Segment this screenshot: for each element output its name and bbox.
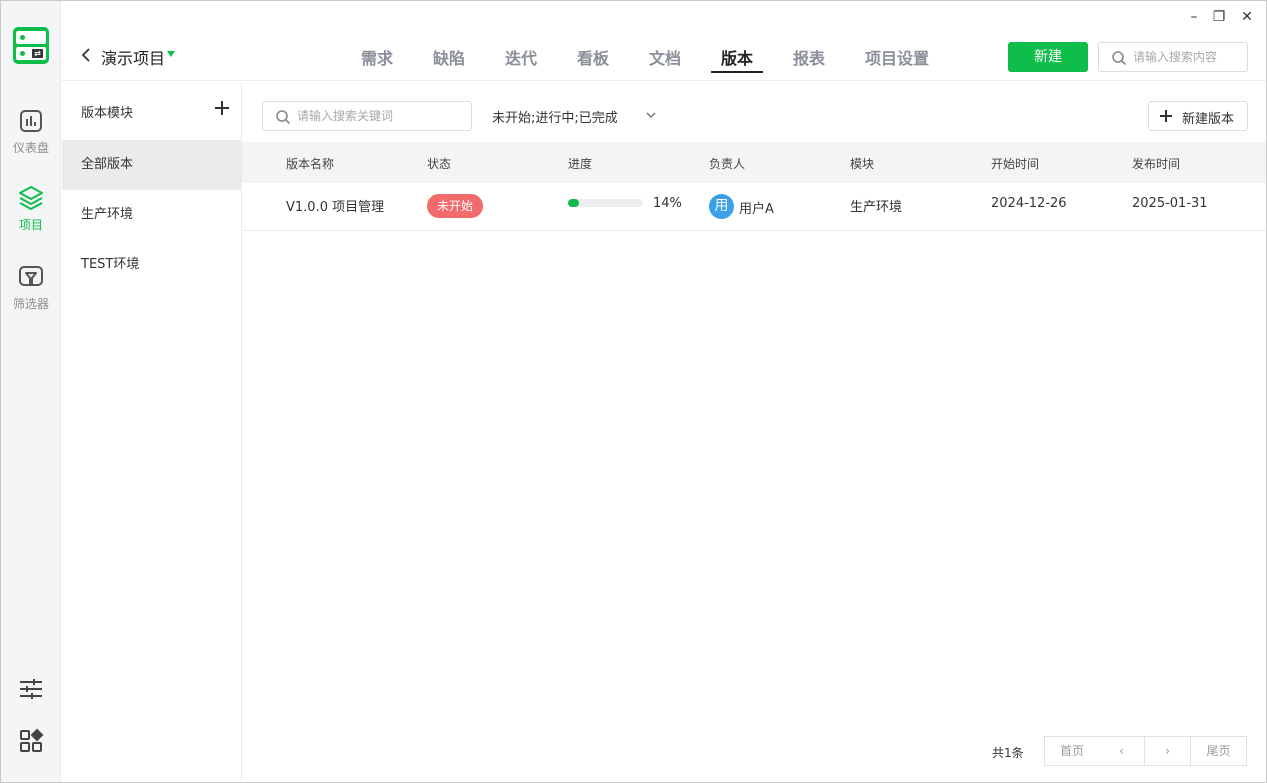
rail-item-dashboard[interactable]: 仪表盘 — [1, 107, 61, 156]
global-search[interactable] — [1098, 42, 1248, 72]
left-rail: ⇄ 仪表盘 项目 筛选器 — [1, 1, 61, 782]
new-version-button[interactable]: 新建版本 — [1148, 101, 1248, 131]
chevron-left-icon[interactable] — [78, 45, 94, 65]
app-logo-icon[interactable]: ⇄ — [13, 27, 49, 64]
progress-bar — [568, 199, 643, 207]
apps-grid-icon — [20, 728, 44, 752]
rail-label-project: 项目 — [18, 218, 43, 232]
rail-item-settings[interactable] — [1, 675, 61, 703]
table-row[interactable]: V1.0.0 项目管理 未开始 14% 用 用户A 生产环境 2024-12-2… — [242, 183, 1266, 231]
module-item-production[interactable]: 生产环境 — [62, 190, 241, 240]
tab-iterations[interactable]: 迭代 — [505, 45, 537, 69]
tab-documents[interactable]: 文档 — [649, 45, 681, 69]
version-name[interactable]: V1.0.0 项目管理 — [286, 196, 384, 215]
keyword-search[interactable] — [262, 101, 472, 131]
chevron-down-icon — [646, 112, 656, 119]
logo-bar-bottom: ⇄ — [16, 47, 46, 60]
keyword-search-input[interactable] — [297, 106, 467, 126]
rail-item-apps[interactable] — [1, 727, 61, 755]
column-header-start-date[interactable]: 开始时间 — [991, 155, 1039, 172]
next-page-button[interactable]: › — [1145, 736, 1191, 766]
app-window: – ❐ ✕ ⇄ 仪表盘 项目 筛选器 演示项目 需求 缺陷 迭代 看板 文档 版… — [0, 0, 1267, 783]
column-header-status[interactable]: 状态 — [427, 155, 451, 172]
minimize-icon[interactable]: – — [1184, 9, 1204, 25]
rail-label-dashboard: 仪表盘 — [12, 141, 49, 155]
progress-bar-fill — [568, 199, 579, 207]
add-module-icon[interactable] — [212, 98, 232, 118]
search-icon — [1112, 51, 1127, 66]
search-icon — [276, 110, 291, 125]
tab-versions[interactable]: 版本 — [710, 45, 764, 73]
module-panel-title: 版本模块 — [81, 106, 134, 121]
rail-label-filter: 筛选器 — [12, 297, 49, 311]
project-header: 演示项目 需求 缺陷 迭代 看板 文档 版本 报表 项目设置 新建 — [62, 31, 1266, 81]
module-item-test[interactable]: TEST环境 — [62, 240, 241, 290]
column-header-release-date[interactable]: 发布时间 — [1132, 155, 1180, 172]
release-date: 2025-01-31 — [1132, 196, 1208, 211]
owner-name: 用户A — [739, 202, 774, 217]
dashboard-icon — [20, 110, 42, 132]
column-header-module[interactable]: 模块 — [850, 155, 874, 172]
close-icon[interactable]: ✕ — [1237, 9, 1257, 25]
tab-requirements[interactable]: 需求 — [361, 45, 393, 69]
version-module-panel: 版本模块 全部版本 生产环境 TEST环境 — [62, 82, 242, 782]
last-page-button[interactable]: 尾页 — [1191, 736, 1247, 766]
tab-defects[interactable]: 缺陷 — [433, 45, 465, 69]
status-badge: 未开始 — [427, 194, 484, 218]
tab-reports[interactable]: 报表 — [793, 45, 825, 69]
status-filter-select[interactable]: 未开始;进行中;已完成 — [492, 107, 656, 126]
rail-item-project[interactable]: 项目 — [1, 184, 61, 233]
new-version-label: 新建版本 — [1182, 112, 1235, 127]
module-item-all-versions[interactable]: 全部版本 — [62, 140, 241, 190]
tab-kanban[interactable]: 看板 — [577, 45, 609, 69]
column-header-progress[interactable]: 进度 — [568, 155, 592, 172]
module-name: 生产环境 — [850, 200, 903, 215]
plus-icon — [1160, 110, 1172, 122]
column-header-name[interactable]: 版本名称 — [286, 155, 334, 172]
tab-project-settings[interactable]: 项目设置 — [865, 45, 929, 69]
version-list-main: 未开始;进行中;已完成 新建版本 版本名称 状态 进度 负责人 模块 开始时间 … — [242, 82, 1266, 782]
status-filter-value: 未开始;进行中;已完成 — [492, 111, 618, 126]
filter-icon — [19, 266, 43, 286]
caret-down-icon[interactable] — [167, 51, 175, 57]
logo-bar-top — [16, 31, 46, 44]
maximize-icon[interactable]: ❐ — [1209, 9, 1229, 25]
avatar: 用 — [709, 194, 734, 219]
column-header-owner[interactable]: 负责人 — [709, 155, 745, 172]
global-search-input[interactable] — [1133, 47, 1241, 67]
start-date: 2024-12-26 — [991, 196, 1067, 211]
first-page-button[interactable]: 首页 — [1044, 736, 1100, 766]
total-count: 共1条 — [992, 746, 1024, 760]
rail-item-filter[interactable]: 筛选器 — [1, 263, 61, 312]
prev-page-button[interactable]: ‹ — [1099, 736, 1145, 766]
project-title[interactable]: 演示项目 — [101, 45, 165, 69]
new-button[interactable]: 新建 — [1008, 42, 1088, 72]
layers-icon — [19, 186, 43, 210]
progress-percent: 14% — [653, 196, 682, 211]
table-header: 版本名称 状态 进度 负责人 模块 开始时间 发布时间 — [242, 142, 1266, 183]
settings-sliders-icon — [20, 679, 42, 699]
